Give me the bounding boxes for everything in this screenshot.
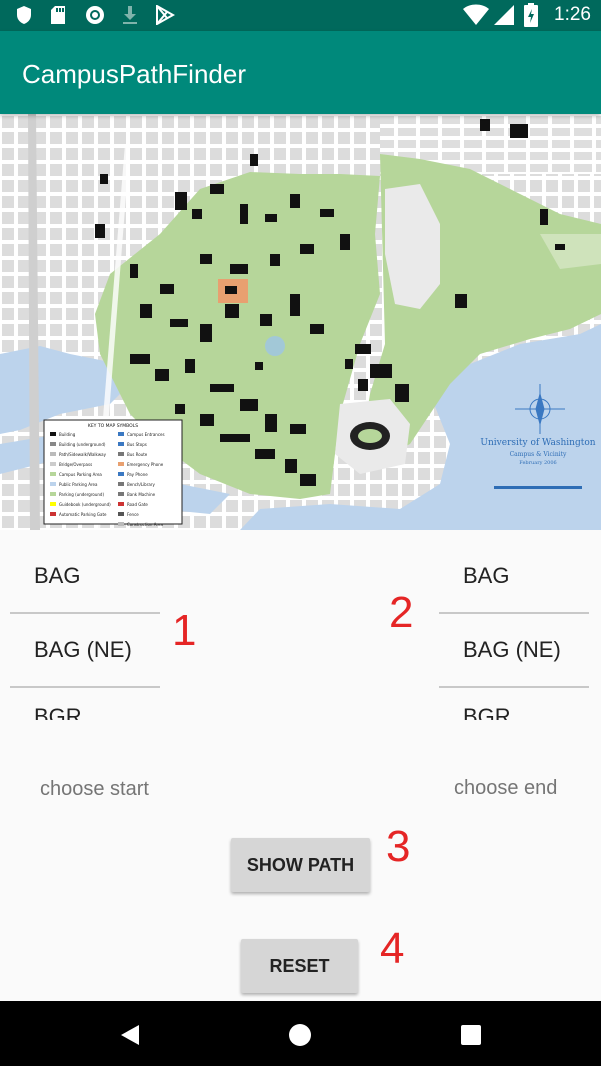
legend-right-item-label: Fence <box>127 512 139 517</box>
annotation-4: 4 <box>380 924 405 973</box>
legend-left-item-label: Campus Parking Area <box>59 472 102 477</box>
play-store-icon <box>156 5 175 25</box>
app-title: CampusPathFinder <box>22 59 246 89</box>
shield-icon <box>17 6 31 24</box>
legend-right-item-swatch <box>118 512 124 516</box>
legend-right-item-swatch <box>118 522 124 526</box>
legend-right-item-label: Pay Phone <box>127 472 148 477</box>
show-path-button[interactable]: SHOW PATH <box>231 838 370 892</box>
map-university-name: University of Washington <box>480 438 595 448</box>
legend-left-item-swatch <box>50 452 56 456</box>
legend-right-item-swatch <box>118 502 124 506</box>
legend-left-item-label: Building <box>59 432 76 437</box>
legend-left-item-label: Path/Sidewalk/Walkway <box>59 452 107 457</box>
legend-right-item-label: Campus Entrances <box>127 432 165 437</box>
legend-left-item-swatch <box>50 472 56 476</box>
map-subtitle: Campus & Vicinity <box>510 451 567 458</box>
battery-icon <box>524 3 538 27</box>
legend-right-item-label: Bank Machine <box>127 492 156 497</box>
home-icon[interactable] <box>288 1023 312 1047</box>
end-picker-item-selected[interactable]: BAG (NE) <box>439 614 589 686</box>
legend-right-item-label: Bench/Library <box>127 482 155 487</box>
legend-left-item-swatch <box>50 432 56 436</box>
legend-left-item-label: Guidebook (underground) <box>59 502 111 507</box>
legend-left-item-label: Parking (underground) <box>59 492 104 497</box>
legend-right-item-label: Bus Route <box>127 452 148 457</box>
legend-right-item-label: Emergency Phone <box>127 462 164 467</box>
sync-circle-icon <box>86 6 104 24</box>
legend-right-item-swatch <box>118 482 124 486</box>
navigation-bar <box>0 1001 601 1066</box>
reset-button[interactable]: RESET <box>241 939 358 993</box>
status-bar: 1:26 <box>0 0 601 31</box>
start-picker-item-selected[interactable]: BAG (NE) <box>10 614 160 686</box>
end-picker-item[interactable]: BGR <box>439 688 589 720</box>
legend-right-item-swatch <box>118 442 124 446</box>
legend-right-item-swatch <box>118 432 124 436</box>
legend-left-item-swatch <box>50 492 56 496</box>
annotation-1: 1 <box>172 606 197 655</box>
end-hint: choose end <box>454 777 558 799</box>
sd-card-icon <box>51 6 65 24</box>
legend-left-item-swatch <box>50 502 56 506</box>
start-picker[interactable]: BAG BAG (NE) BGR <box>10 540 160 722</box>
start-hint: choose start <box>40 778 149 800</box>
map-scale-bar <box>494 486 582 489</box>
wifi-icon <box>463 4 489 25</box>
legend-left-item-swatch <box>50 482 56 486</box>
back-icon[interactable] <box>118 1023 142 1047</box>
legend-right-item-label: Bus Stops <box>127 442 147 447</box>
start-picker-item[interactable]: BAG <box>10 540 160 612</box>
legend-left-item-label: Building (underground) <box>59 442 106 447</box>
end-picker[interactable]: BAG BAG (NE) BGR <box>439 540 589 722</box>
start-picker-item[interactable]: BGR <box>10 688 160 720</box>
legend-left-item-label: Public Parking Area <box>59 482 98 487</box>
campus-map: KEY TO MAP SYMBOLS Building Building (und… <box>0 114 601 530</box>
legend-left-item-swatch <box>50 462 56 466</box>
legend-left-item-swatch <box>50 512 56 516</box>
status-time: 1:26 <box>554 4 591 25</box>
legend-left-item-label: Bridge/Overpass <box>59 462 92 467</box>
recents-icon[interactable] <box>460 1024 482 1046</box>
legend-right-item-swatch <box>118 452 124 456</box>
legend-right-item-swatch <box>118 472 124 476</box>
annotation-2: 2 <box>389 588 414 637</box>
legend-left-item-swatch <box>50 442 56 446</box>
legend-right-item-label: Construction Area <box>127 522 163 527</box>
legend-left-item-label: Automatic Parking Gate <box>59 512 107 517</box>
legend-right-item-label: Road Gate <box>127 502 148 507</box>
signal-icon <box>494 5 514 25</box>
legend-right-item-swatch <box>118 492 124 496</box>
campus-map-image: KEY TO MAP SYMBOLS Building Building (und… <box>0 114 601 530</box>
download-icon <box>123 6 137 24</box>
end-picker-item[interactable]: BAG <box>439 540 589 612</box>
legend-right-item-swatch <box>118 462 124 466</box>
app-bar: CampusPathFinder <box>0 31 601 114</box>
annotation-3: 3 <box>386 822 411 871</box>
map-date: February 2006 <box>519 460 556 466</box>
map-legend-title: KEY TO MAP SYMBOLS <box>88 423 138 429</box>
